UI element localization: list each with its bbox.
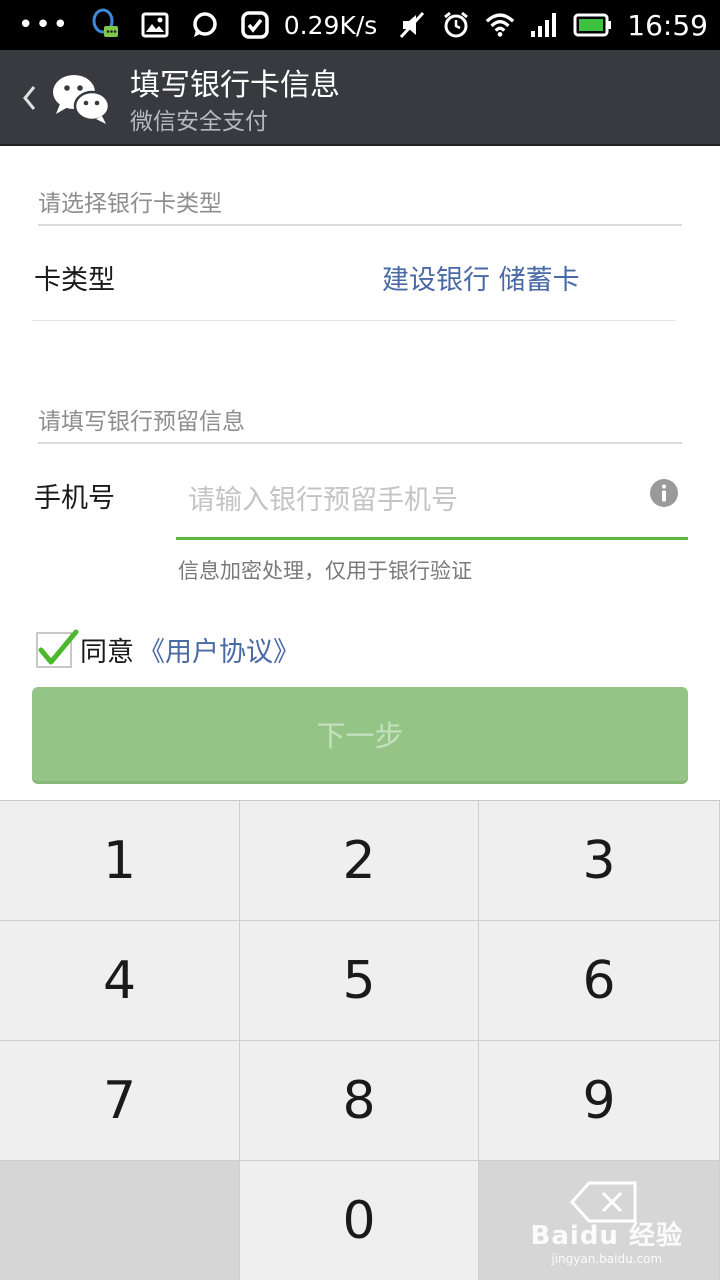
checkmark-icon [38,629,79,664]
image-icon [140,10,170,40]
number-keypad: 1 2 3 4 5 6 7 8 9 0 Baidu 经验 jingyan.bai… [0,800,720,1280]
wechat-logo-icon [50,70,112,126]
key-7[interactable]: 7 [0,1041,240,1161]
key-3[interactable]: 3 [479,801,720,921]
baidu-watermark: Baidu 经验 jingyan.baidu.com [531,1215,683,1266]
clock: 16:59 [627,8,708,42]
back-button[interactable] [14,76,44,120]
user-agreement-link[interactable]: 《用户协议》 [138,630,300,669]
key-delete[interactable]: Baidu 经验 jingyan.baidu.com [479,1161,720,1280]
key-6[interactable]: 6 [479,921,720,1041]
card-section-label: 请选择银行卡类型 [38,184,682,226]
mute-icon [397,10,427,40]
watermark-sub: jingyan.baidu.com [551,1252,663,1266]
agreement-text: 同意 [80,637,134,668]
key-0[interactable]: 0 [240,1161,479,1280]
phone-input[interactable] [176,464,688,540]
watermark-main: Baidu 经验 [530,1221,683,1251]
key-1[interactable]: 1 [0,801,240,921]
check-app-icon [240,10,270,40]
divider [32,320,676,321]
page-subtitle: 微信安全支付 [130,109,268,135]
title-bar: 填写银行卡信息 微信安全支付 [0,50,720,146]
more-dots: ••• [18,10,71,40]
card-type-value[interactable]: 建设银行 储蓄卡 [382,258,580,297]
key-2[interactable]: 2 [240,801,479,921]
phone-label: 手机号 [34,483,115,514]
battery-icon [573,10,613,40]
chevron-left-icon [23,86,36,110]
network-speed: 0.29K/s [283,10,378,40]
status-bar: ••• 0.29K/s 16:59 [0,0,720,50]
card-type-label: 卡类型 [34,265,115,296]
key-8[interactable]: 8 [240,1041,479,1161]
chat-bubble-icon [190,10,220,40]
signal-icon [529,10,559,40]
wifi-icon [485,10,515,40]
page: ••• 0.29K/s 16:59 填写银行卡信息 微信安全支付 请选择银行卡类… [0,0,720,1280]
key-5[interactable]: 5 [240,921,479,1041]
alarm-icon [441,10,471,40]
info-icon[interactable] [650,479,678,507]
phone-section-label: 请填写银行预留信息 [38,402,682,444]
qq-icon [90,8,120,40]
next-button[interactable]: 下一步 [32,687,688,781]
key-9[interactable]: 9 [479,1041,720,1161]
agreement-row: 同意 《用户协议》 [36,629,300,669]
key-4[interactable]: 4 [0,921,240,1041]
encryption-hint: 信息加密处理，仅用于银行验证 [178,559,472,583]
agreement-checkbox[interactable] [36,629,79,668]
key-blank [0,1161,240,1280]
page-title: 填写银行卡信息 [130,68,340,103]
